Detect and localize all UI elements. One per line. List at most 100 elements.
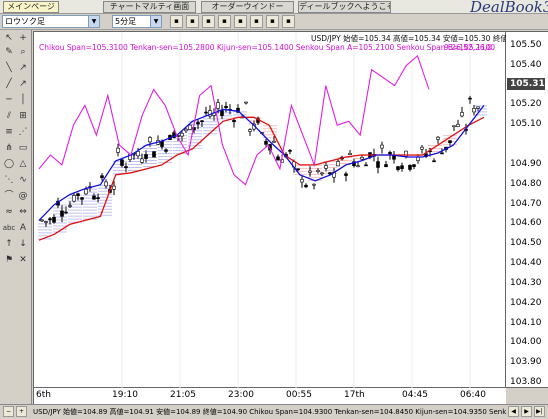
candle-body — [272, 141, 276, 143]
zoom-icon[interactable]: ⌕ — [16, 46, 30, 59]
candle-body — [136, 151, 140, 157]
y-tick-label: 104.00 — [510, 337, 542, 348]
candle-body — [320, 172, 324, 175]
y-tick-label: 104.70 — [510, 198, 542, 209]
candle-body — [112, 185, 116, 190]
candle-body — [120, 159, 124, 166]
fan-icon[interactable]: ⋱ — [2, 174, 16, 187]
vline-icon[interactable]: │ — [16, 94, 30, 107]
x-tick-label: 00:55 — [286, 390, 312, 400]
x-tick-label: 06:40 — [460, 390, 486, 400]
text-icon[interactable]: abc — [2, 222, 16, 235]
fib-icon[interactable]: ≡ — [2, 126, 16, 139]
interval-value: 5分足 — [115, 17, 137, 26]
erase-icon[interactable]: ✕ — [16, 254, 30, 267]
candle-body — [180, 132, 184, 137]
price-chart[interactable]: USD/JPY 始値=105.34 高値=105.34 安値=105.30 終値… — [33, 31, 540, 389]
x-tick-label: 21:05 — [170, 390, 196, 400]
flag-icon[interactable]: ⚑ — [2, 254, 16, 267]
hline-icon[interactable]: ─ — [2, 94, 16, 107]
candle-body — [412, 164, 416, 167]
tab-main-page[interactable]: メインページ — [3, 1, 59, 13]
candle-body — [400, 165, 404, 169]
gann-icon[interactable]: ⋰ — [16, 126, 30, 139]
toolbar-button-7[interactable]: ▪ — [266, 15, 279, 28]
tab-dealbook-welcome[interactable]: ディールブックへようこそ — [298, 1, 391, 13]
grid-icon[interactable]: ⊞ — [16, 110, 30, 123]
y-tick-label: 105.10 — [510, 119, 542, 130]
line-icon[interactable]: ╱ — [2, 78, 16, 91]
ray-icon[interactable]: ↗ — [16, 62, 30, 75]
candle-body — [220, 110, 224, 116]
edit-icon[interactable]: ✎ — [2, 46, 16, 59]
candle-body — [408, 164, 412, 170]
candle-body — [104, 181, 108, 187]
toolbar-button-4[interactable]: ▪ — [218, 15, 231, 28]
x-tick-label: 23:00 — [228, 390, 254, 400]
candle-body — [116, 147, 120, 153]
chart-type-select[interactable]: ロウソク足 ▼ — [2, 15, 100, 28]
trendline-icon[interactable]: ╲ — [2, 62, 16, 75]
arc-icon[interactable]: ⌒ — [2, 190, 16, 203]
toolbar-button-5[interactable]: ▪ — [234, 15, 247, 28]
toolbar-button-6[interactable]: ▪ — [250, 15, 263, 28]
ellipse-icon[interactable]: ◯ — [2, 158, 16, 171]
candle-body — [152, 151, 156, 158]
candle-body — [76, 193, 80, 197]
drawing-tools-panel: ↖ + ✎ ⌕ ╲ ↗ ╱ ↗ ─ │ ⫽ ⊞ ≡ ⋰ ⋔ ▭ ◯ △ ⋱ ∿ … — [0, 30, 32, 405]
candle-body — [68, 205, 72, 207]
arrow-icon[interactable]: ↗ — [16, 78, 30, 91]
cycle-icon[interactable]: ∿ — [16, 174, 30, 187]
channel-icon[interactable]: ⫽ — [2, 110, 16, 123]
chevron-down-icon: ▼ — [88, 16, 99, 27]
toolbar-button-1[interactable]: ▪ — [170, 15, 183, 28]
up-arrow-icon[interactable]: ↑ — [2, 238, 16, 251]
tab-chart-multi[interactable]: チャートマルティ画面 — [103, 1, 196, 13]
toolbar-button-8[interactable]: ▪ — [282, 15, 295, 28]
top-tab-bar: メインページ チャートマルティ画面 オーダーウインドー ディールブックへようこそ… — [0, 0, 548, 16]
candle-body — [224, 106, 228, 108]
spiral-icon[interactable]: @ — [16, 190, 30, 203]
candle-body — [344, 173, 348, 176]
candle-body — [72, 195, 76, 202]
scroll-right-icon[interactable]: ▶ — [521, 406, 532, 417]
wave-icon[interactable]: ≈ — [2, 206, 16, 219]
zoom-in-icon[interactable]: + — [16, 406, 27, 417]
candle-body — [472, 108, 476, 113]
crosshair-icon[interactable]: + — [16, 32, 30, 45]
toolbar-button-2[interactable]: ▪ — [186, 15, 199, 28]
down-arrow-icon[interactable]: ↓ — [16, 238, 30, 251]
zoom-out-icon[interactable]: − — [3, 406, 14, 417]
y-tick-label: 104.50 — [510, 238, 542, 249]
candle-body — [164, 149, 168, 152]
candle-body — [460, 112, 464, 117]
candle-body — [188, 124, 192, 130]
pitchfork-icon[interactable]: ⋔ — [2, 142, 16, 155]
price-axis: 105.50 105.40 105.20 105.10 104.90 104.80 104.… — [506, 31, 548, 388]
candle-body — [196, 122, 200, 125]
current-price-marker: 105.31 — [507, 77, 545, 90]
candle-body — [288, 150, 292, 152]
pointer-icon[interactable]: ↖ — [2, 32, 16, 45]
candle-body — [124, 166, 128, 169]
candle-body — [84, 188, 88, 195]
candle-body — [308, 170, 312, 173]
measure-icon[interactable]: ⇔ — [16, 206, 30, 219]
scroll-left-icon[interactable]: ◀ — [508, 406, 519, 417]
label-icon[interactable]: A — [16, 222, 30, 235]
tab-order-window[interactable]: オーダーウインドー — [201, 1, 294, 13]
y-tick-label: 104.10 — [510, 317, 542, 328]
scroll-end-icon[interactable]: ▶| — [534, 406, 545, 417]
interval-select[interactable]: 5分足 ▼ — [112, 15, 162, 28]
rect-icon[interactable]: ▭ — [16, 142, 30, 155]
x-tick-label: 19:10 — [112, 390, 138, 400]
y-tick-label: 103.90 — [510, 357, 542, 368]
status-ohlc-readout: USD/JPY 始値=104.89 高値=104.91 安値=104.89 終値… — [33, 408, 507, 416]
triangle-icon[interactable]: △ — [16, 158, 30, 171]
candle-body — [52, 216, 56, 223]
time-axis: 6th 19:10 21:05 23:00 00:55 17th 04:45 06:40 — [33, 388, 506, 404]
x-tick-label: 04:45 — [402, 390, 428, 400]
candle-body — [244, 101, 248, 104]
toolbar-button-3[interactable]: ▪ — [202, 15, 215, 28]
forecast-tag: 9:26,52,26,0 — [444, 43, 492, 52]
